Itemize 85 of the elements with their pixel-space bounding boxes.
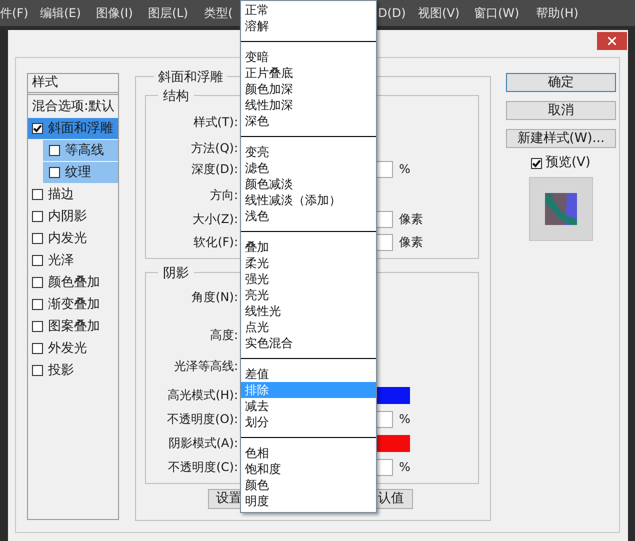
input-field[interactable] [377, 410, 393, 428]
checkbox[interactable] [32, 255, 43, 266]
menu-item[interactable]: 视图(V) [418, 6, 460, 20]
menu-item[interactable]: 图像(I) [96, 6, 133, 20]
list-item[interactable]: 混合选项:默认 [32, 97, 114, 117]
menu-option[interactable]: 强光 [241, 271, 376, 287]
menu-option[interactable]: 浅色 [241, 208, 376, 224]
menu-item[interactable]: 件(F) [0, 6, 28, 20]
menu-option[interactable]: 颜色减淡 [241, 176, 376, 192]
menu-option[interactable]: 点光 [241, 319, 376, 335]
dialog-button[interactable]: 新建样式(W)... [506, 129, 616, 148]
checkbox[interactable] [32, 277, 43, 288]
checkbox[interactable] [32, 299, 43, 310]
dialog-button[interactable]: 确定 [506, 73, 616, 92]
checkbox[interactable] [49, 167, 60, 178]
menu-option[interactable]: 变亮 [241, 144, 376, 160]
field-label: 样式(T): [192, 114, 238, 131]
checkbox[interactable] [32, 233, 43, 244]
checkbox[interactable] [32, 211, 43, 222]
field-label: 高度: [208, 327, 238, 344]
checkbox[interactable] [49, 145, 60, 156]
menu-option[interactable]: 减去 [241, 398, 376, 414]
menu-option[interactable]: 色相 [241, 445, 376, 461]
menu-option[interactable]: 明度 [241, 493, 376, 509]
menu-item[interactable]: 帮助(H) [536, 6, 578, 20]
input-field[interactable] [377, 160, 393, 178]
menu-option[interactable]: 差值 [241, 366, 376, 382]
list-item[interactable]: 等高线 [43, 140, 118, 161]
checkbox[interactable] [32, 321, 43, 332]
input-field[interactable] [377, 234, 393, 250]
color-swatch[interactable] [377, 386, 410, 404]
menu-option[interactable]: 线性光 [241, 303, 376, 319]
dialog-button[interactable]: 取消 [506, 101, 616, 120]
checkbox[interactable] [32, 343, 43, 354]
checkbox[interactable] [32, 189, 43, 200]
menu-option[interactable]: 线性减淡（添加） [241, 192, 376, 208]
menu-option[interactable]: 颜色 [241, 477, 376, 493]
menu-item[interactable]: 编辑(E) [40, 6, 81, 20]
menu-option[interactable]: 实色混合 [241, 335, 376, 351]
menu-option[interactable]: 划分 [241, 414, 376, 430]
menu-item[interactable]: 窗口(W) [474, 6, 520, 20]
input-field[interactable] [377, 210, 393, 228]
field-label: 阴影模式(A): [167, 435, 238, 452]
field-label: 角度(N): [190, 289, 238, 306]
checkbox[interactable] [32, 123, 43, 134]
checkbox[interactable] [531, 158, 542, 168]
color-swatch[interactable] [377, 434, 410, 452]
unit-label: % [399, 459, 410, 476]
menu-option[interactable]: 正片叠底 [241, 65, 376, 81]
menu-option[interactable]: 滤色 [241, 160, 376, 176]
checkbox[interactable] [32, 365, 43, 376]
menu-option[interactable]: 颜色加深 [241, 81, 376, 97]
field-label: 大小(Z): [191, 211, 238, 228]
menu-option[interactable]: 叠加 [241, 239, 376, 255]
menu-option[interactable]: 深色 [241, 113, 376, 129]
menu-option[interactable]: 亮光 [241, 287, 376, 303]
menu-option[interactable]: 柔光 [241, 255, 376, 271]
menu-option[interactable]: 正常 [241, 2, 376, 18]
field-label: 光泽等高线: [172, 358, 238, 375]
menu-item[interactable]: 类型( [204, 6, 233, 20]
checkbox-label: 预览(V) [545, 154, 591, 172]
list-header: 样式 [32, 75, 58, 90]
list-item[interactable]: 斜面和浮雕 [28, 118, 118, 139]
unit-label: 像素 [399, 234, 423, 251]
close-button[interactable] [597, 32, 627, 50]
unit-label: % [399, 161, 410, 178]
preview-drawing [545, 193, 577, 225]
field-label: 不透明度(O): [166, 411, 238, 428]
list-item[interactable]: 纹理 [43, 162, 118, 183]
field-label: 不透明度(C): [167, 459, 238, 476]
field-label: 软化(F): [192, 234, 238, 251]
field-label: 深度(D): [190, 161, 238, 178]
unit-label: % [399, 411, 410, 428]
input-field[interactable] [377, 458, 393, 476]
menu-item[interactable]: D(D) [378, 6, 406, 20]
menu-item[interactable]: 图层(L) [148, 6, 188, 20]
unit-label: 像素 [399, 211, 423, 228]
menu-option[interactable]: 变暗 [241, 49, 376, 65]
field-label: 方向: [208, 187, 238, 204]
field-label: 高光模式(H): [166, 387, 238, 404]
menu-option[interactable]: 溶解 [241, 18, 376, 34]
field-label: 方法(Q): [190, 140, 238, 157]
close-icon [608, 37, 616, 45]
menu-option[interactable]: 饱和度 [241, 461, 376, 477]
menu-option[interactable]: 线性加深 [241, 97, 376, 113]
